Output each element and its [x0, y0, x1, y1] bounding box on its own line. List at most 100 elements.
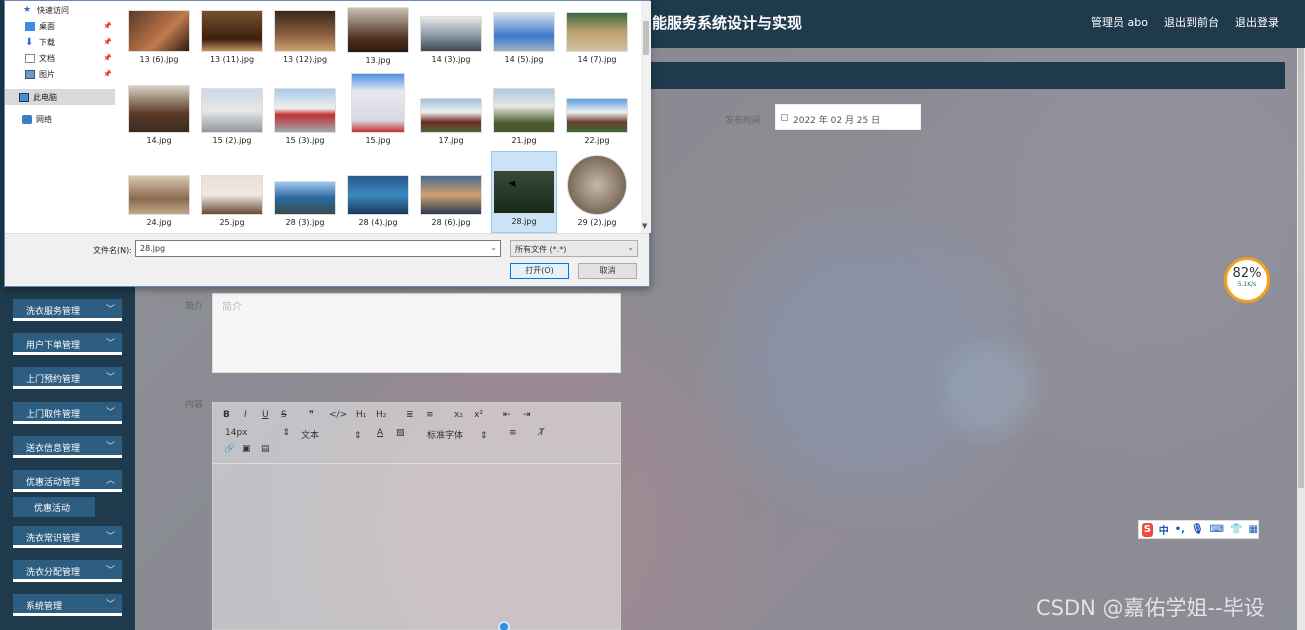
- nav-downloads[interactable]: ⬇ 下载 📌: [25, 35, 112, 49]
- sidebar-subitem-promotion[interactable]: 优惠活动: [13, 497, 95, 517]
- nav-desktop[interactable]: 桌面 📌: [25, 19, 112, 33]
- file-item[interactable]: 14 (3).jpg: [418, 16, 484, 64]
- intro-textarea[interactable]: 简介: [212, 293, 621, 373]
- nav-quick-access[interactable]: ★ 快速访问: [23, 3, 69, 17]
- file-item[interactable]: 25.jpg: [199, 175, 265, 227]
- file-item[interactable]: 29 (2).jpg: [564, 155, 630, 227]
- sidebar-item-home-pickup[interactable]: 上门取件管理 ﹀: [13, 402, 122, 424]
- nav-network[interactable]: 网络: [22, 112, 52, 126]
- bullet-list-button[interactable]: ≡: [426, 410, 434, 420]
- ime-mode-toggle[interactable]: 中: [1159, 522, 1169, 537]
- pin-icon[interactable]: 📌: [103, 22, 112, 30]
- open-button[interactable]: 打开(O): [510, 263, 569, 279]
- file-item[interactable]: 13 (11).jpg: [199, 10, 265, 64]
- filetype-select[interactable]: 所有文件 (*.*) ⌄: [510, 240, 638, 257]
- paragraph-select[interactable]: 文本 ⇕: [301, 428, 361, 441]
- sidebar-item-home-appointment[interactable]: 上门预约管理 ﹀: [13, 367, 122, 389]
- file-item[interactable]: 15 (2).jpg: [199, 88, 265, 145]
- sidebar-item-promotions[interactable]: 优惠活动管理 ︿: [13, 470, 122, 492]
- file-item-selected[interactable]: 28.jpg: [491, 151, 557, 233]
- clear-format-icon[interactable]: T̸: [539, 428, 545, 438]
- file-name: 13.jpg: [365, 56, 391, 65]
- file-item[interactable]: 28 (6).jpg: [418, 175, 484, 227]
- nav-documents[interactable]: 文档 📌: [25, 51, 112, 65]
- file-thumbnail: [128, 175, 190, 215]
- align-icon[interactable]: ≡: [509, 428, 517, 438]
- floating-dot[interactable]: [498, 621, 510, 630]
- file-item[interactable]: 24.jpg: [126, 175, 192, 227]
- page-scrollbar[interactable]: [1297, 48, 1305, 630]
- logout-link[interactable]: 退出登录: [1235, 14, 1279, 30]
- nav-this-pc[interactable]: 此电脑: [19, 90, 57, 104]
- subscript-button[interactable]: x₂: [454, 410, 463, 420]
- page-title: 能服务系统设计与实现: [652, 14, 803, 32]
- strike-button[interactable]: S: [281, 410, 287, 420]
- background-color-icon[interactable]: ▧: [396, 428, 405, 438]
- font-family-select[interactable]: 标准字体 ⇕: [427, 428, 487, 441]
- file-item[interactable]: 28 (4).jpg: [345, 175, 411, 227]
- sidebar-item-system[interactable]: 系统管理 ﹀: [13, 594, 122, 616]
- microphone-icon[interactable]: 🎙: [1191, 524, 1204, 535]
- file-thumbnail: [351, 73, 405, 133]
- editor-toolbar: B I U S ❞ </> H₁ H₂ ≣ ≡ x₂ x² ⇤ ⇥ 14px ⇕…: [213, 403, 620, 464]
- h2-button[interactable]: H₂: [376, 410, 386, 420]
- page-scrollbar-thumb[interactable]: [1298, 48, 1304, 488]
- file-item[interactable]: 17.jpg: [418, 98, 484, 145]
- video-icon[interactable]: ▤: [261, 444, 270, 454]
- scroll-down-icon[interactable]: ▼: [642, 222, 647, 230]
- sidebar-item-user-orders[interactable]: 用户下单管理 ﹀: [13, 333, 122, 355]
- underline-button[interactable]: U: [262, 410, 269, 420]
- updown-icon: ⇕: [479, 431, 488, 441]
- sidebar-item-laundry-tips[interactable]: 洗衣常识管理 ﹀: [13, 526, 122, 548]
- toolbox-icon[interactable]: ▦: [1249, 524, 1258, 535]
- font-size-select[interactable]: 14px ⇕: [225, 428, 290, 438]
- pin-icon[interactable]: 📌: [103, 54, 112, 62]
- punctuation-icon[interactable]: •,: [1175, 524, 1185, 535]
- indent-button[interactable]: ⇥: [523, 410, 531, 420]
- italic-button[interactable]: I: [244, 410, 247, 420]
- file-item[interactable]: 22.jpg: [564, 98, 630, 145]
- file-item[interactable]: 14.jpg: [126, 85, 192, 145]
- file-item[interactable]: 13.jpg: [345, 7, 411, 65]
- filename-input[interactable]: 28.jpg ⌄: [135, 240, 501, 257]
- sogou-logo-icon[interactable]: S: [1142, 522, 1153, 537]
- font-color-button[interactable]: A: [377, 428, 383, 438]
- cancel-button[interactable]: 取消: [578, 263, 637, 279]
- chevron-down-icon[interactable]: ⌄: [490, 243, 497, 252]
- nav-label: 桌面: [39, 21, 55, 31]
- ordered-list-button[interactable]: ≣: [406, 410, 414, 420]
- image-icon[interactable]: ▣: [242, 444, 251, 454]
- file-item[interactable]: 14 (7).jpg: [564, 12, 630, 64]
- code-button[interactable]: </>: [329, 410, 347, 420]
- dialog-scrollbar-thumb[interactable]: [643, 21, 649, 55]
- quote-button[interactable]: ❞: [309, 410, 314, 420]
- bold-button[interactable]: B: [223, 410, 230, 420]
- admin-user-link[interactable]: 管理员 abo: [1091, 14, 1148, 30]
- exit-to-frontend-link[interactable]: 退出到前台: [1164, 14, 1219, 30]
- file-item[interactable]: 28 (3).jpg: [272, 181, 338, 227]
- file-item[interactable]: 13 (6).jpg: [126, 10, 192, 64]
- file-item[interactable]: 15 (3).jpg: [272, 88, 338, 145]
- file-name: 28 (3).jpg: [285, 218, 325, 227]
- outdent-button[interactable]: ⇤: [503, 410, 511, 420]
- nav-pictures[interactable]: 图片 📌: [25, 67, 112, 81]
- file-item[interactable]: 15.jpg: [345, 73, 411, 145]
- link-icon[interactable]: 🔗: [224, 444, 235, 454]
- network-speed-widget[interactable]: 82% 5.1K/s: [1224, 257, 1270, 303]
- dialog-scrollbar[interactable]: ▼: [641, 1, 651, 233]
- sidebar-item-laundry-service[interactable]: 洗衣服务管理 ﹀: [13, 299, 122, 321]
- skin-icon[interactable]: 👕: [1230, 524, 1242, 535]
- download-icon: ⬇: [25, 36, 34, 48]
- file-item[interactable]: 13 (12).jpg: [272, 10, 338, 64]
- keyboard-icon[interactable]: ⌨: [1210, 524, 1224, 535]
- sidebar-item-laundry-assignment[interactable]: 洗衣分配管理 ﹀: [13, 560, 122, 582]
- editor-content-area[interactable]: [213, 465, 620, 630]
- publish-time-input[interactable]: 2022 年 02 月 25 日: [775, 104, 921, 130]
- superscript-button[interactable]: x²: [474, 410, 483, 420]
- pin-icon[interactable]: 📌: [103, 38, 112, 46]
- file-item[interactable]: 14 (5).jpg: [491, 12, 557, 64]
- h1-button[interactable]: H₁: [356, 410, 366, 420]
- pin-icon[interactable]: 📌: [103, 70, 112, 78]
- file-item[interactable]: 21.jpg: [491, 88, 557, 145]
- sidebar-item-delivery-info[interactable]: 送衣信息管理 ﹀: [13, 436, 122, 458]
